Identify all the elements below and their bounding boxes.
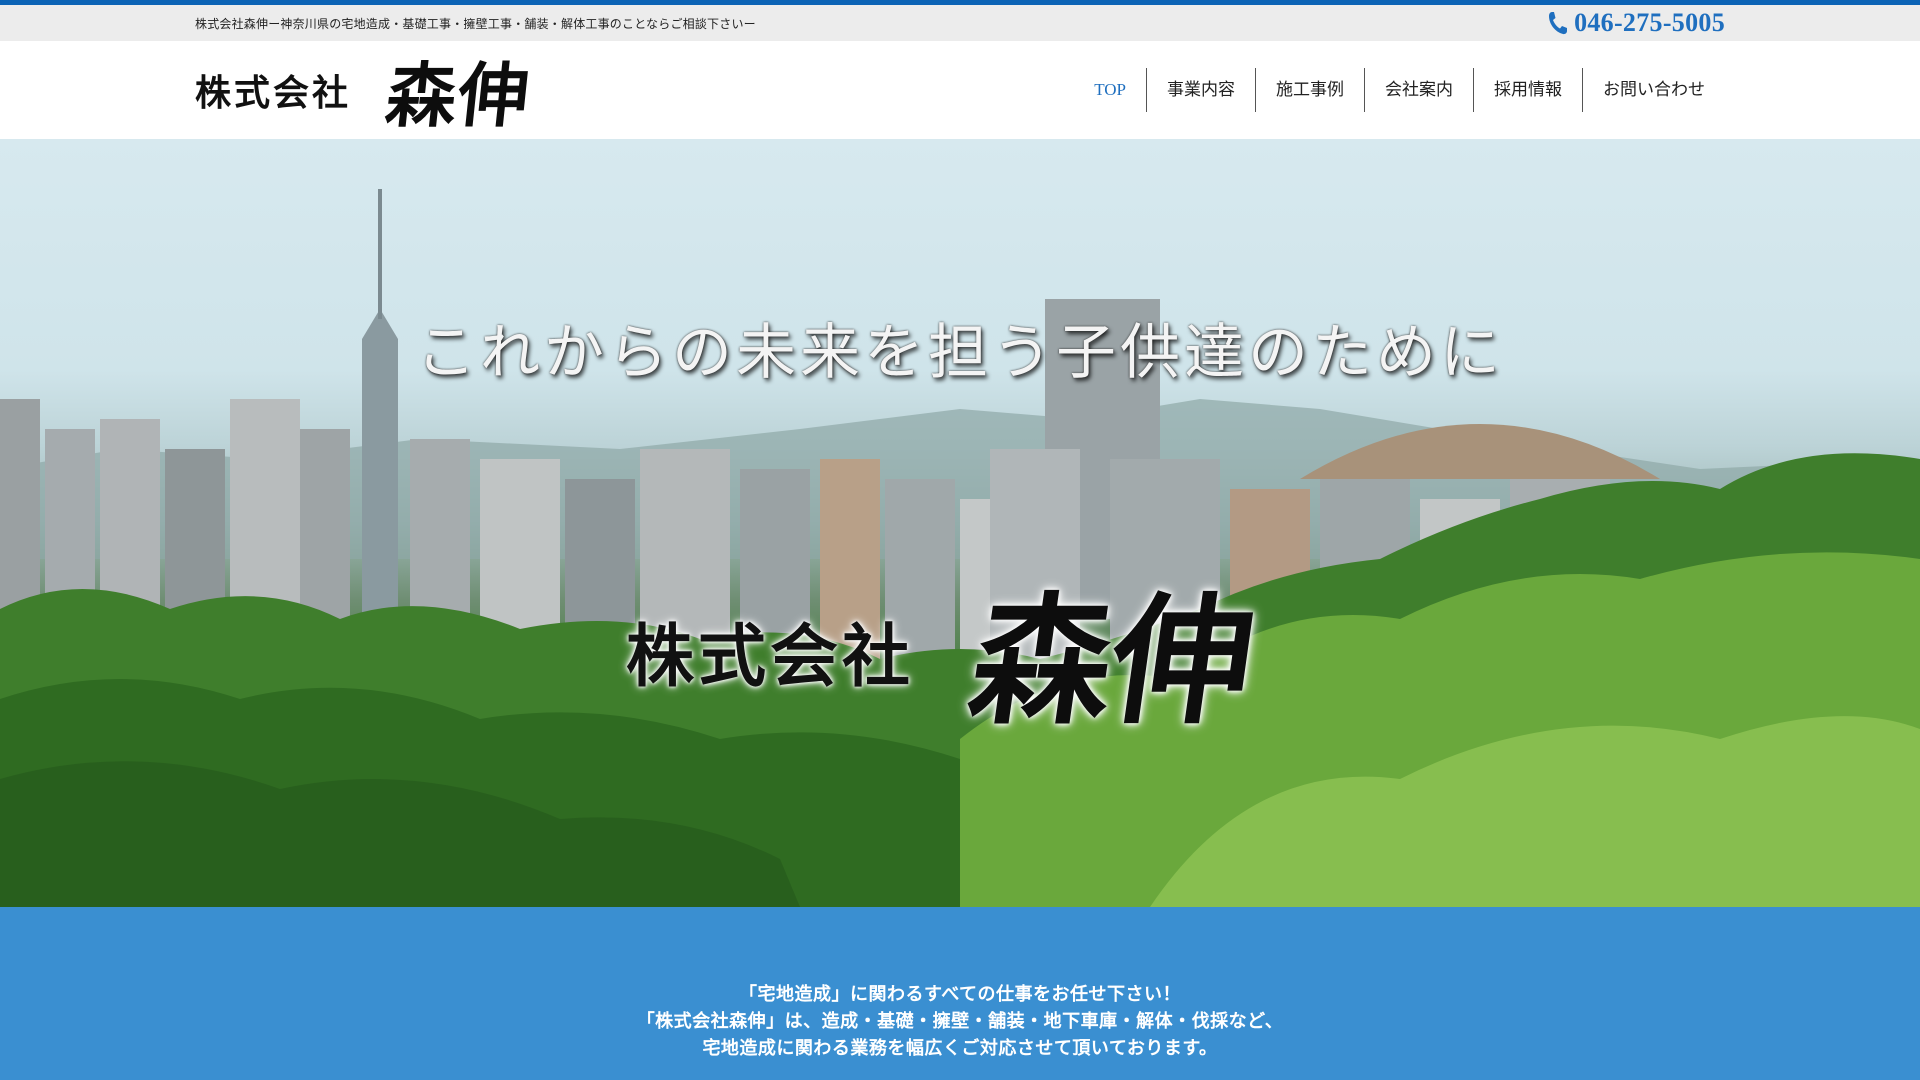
- intro-section: 「宅地造成」に関わるすべての仕事をお任せ下さい！ 「株式会社森伸」は、造成・基礎…: [0, 907, 1920, 1080]
- logo-name: 森伸: [382, 53, 535, 137]
- site-header: 株式会社 森伸 TOP 事業内容 施工事例 会社案内 採用情報 お問い合わせ: [0, 41, 1920, 139]
- phone-number: 046-275-5005: [1574, 8, 1725, 37]
- site-tagline: 株式会社森伸ー神奈川県の宅地造成・基礎工事・擁壁工事・舗装・解体工事のことならご…: [195, 16, 756, 31]
- hero-logo: 株式会社 森伸: [0, 549, 1920, 751]
- hero-logo-prefix: 株式会社: [625, 616, 914, 697]
- nav-item-contact[interactable]: お問い合わせ: [1582, 68, 1725, 112]
- hero-cityscape-image: [0, 189, 1920, 907]
- logo-prefix: 株式会社: [195, 72, 352, 114]
- nav-item-top[interactable]: TOP: [1074, 68, 1146, 112]
- nav-item-recruit[interactable]: 採用情報: [1473, 68, 1582, 112]
- intro-line-2: 「株式会社森伸」は、造成・基礎・擁壁・舗装・地下車庫・解体・伐採など、: [636, 1011, 1284, 1032]
- phone-link[interactable]: 046-275-5005: [1548, 8, 1725, 38]
- hero-catchphrase: これからの未来を担う子供達のために: [416, 318, 1504, 388]
- hero-banner: これからの未来を担う子供達のために 株式会社 森伸: [0, 139, 1920, 907]
- intro-line-3: 宅地造成に関わる業務を幅広くご対応させて頂いております。: [702, 1038, 1218, 1059]
- phone-icon: [1549, 12, 1568, 35]
- nav-item-works[interactable]: 施工事例: [1255, 68, 1364, 112]
- site-logo[interactable]: 株式会社 森伸: [195, 40, 535, 141]
- nav-item-business[interactable]: 事業内容: [1146, 68, 1255, 112]
- hero-logo-name: 森伸: [960, 580, 1264, 744]
- global-nav: TOP 事業内容 施工事例 会社案内 採用情報 お問い合わせ: [1074, 68, 1725, 112]
- top-info-bar: 株式会社森伸ー神奈川県の宅地造成・基礎工事・擁壁工事・舗装・解体工事のことならご…: [0, 5, 1920, 41]
- intro-line-1: 「宅地造成」に関わるすべての仕事をお任せ下さい！: [738, 984, 1182, 1005]
- nav-item-company[interactable]: 会社案内: [1364, 68, 1473, 112]
